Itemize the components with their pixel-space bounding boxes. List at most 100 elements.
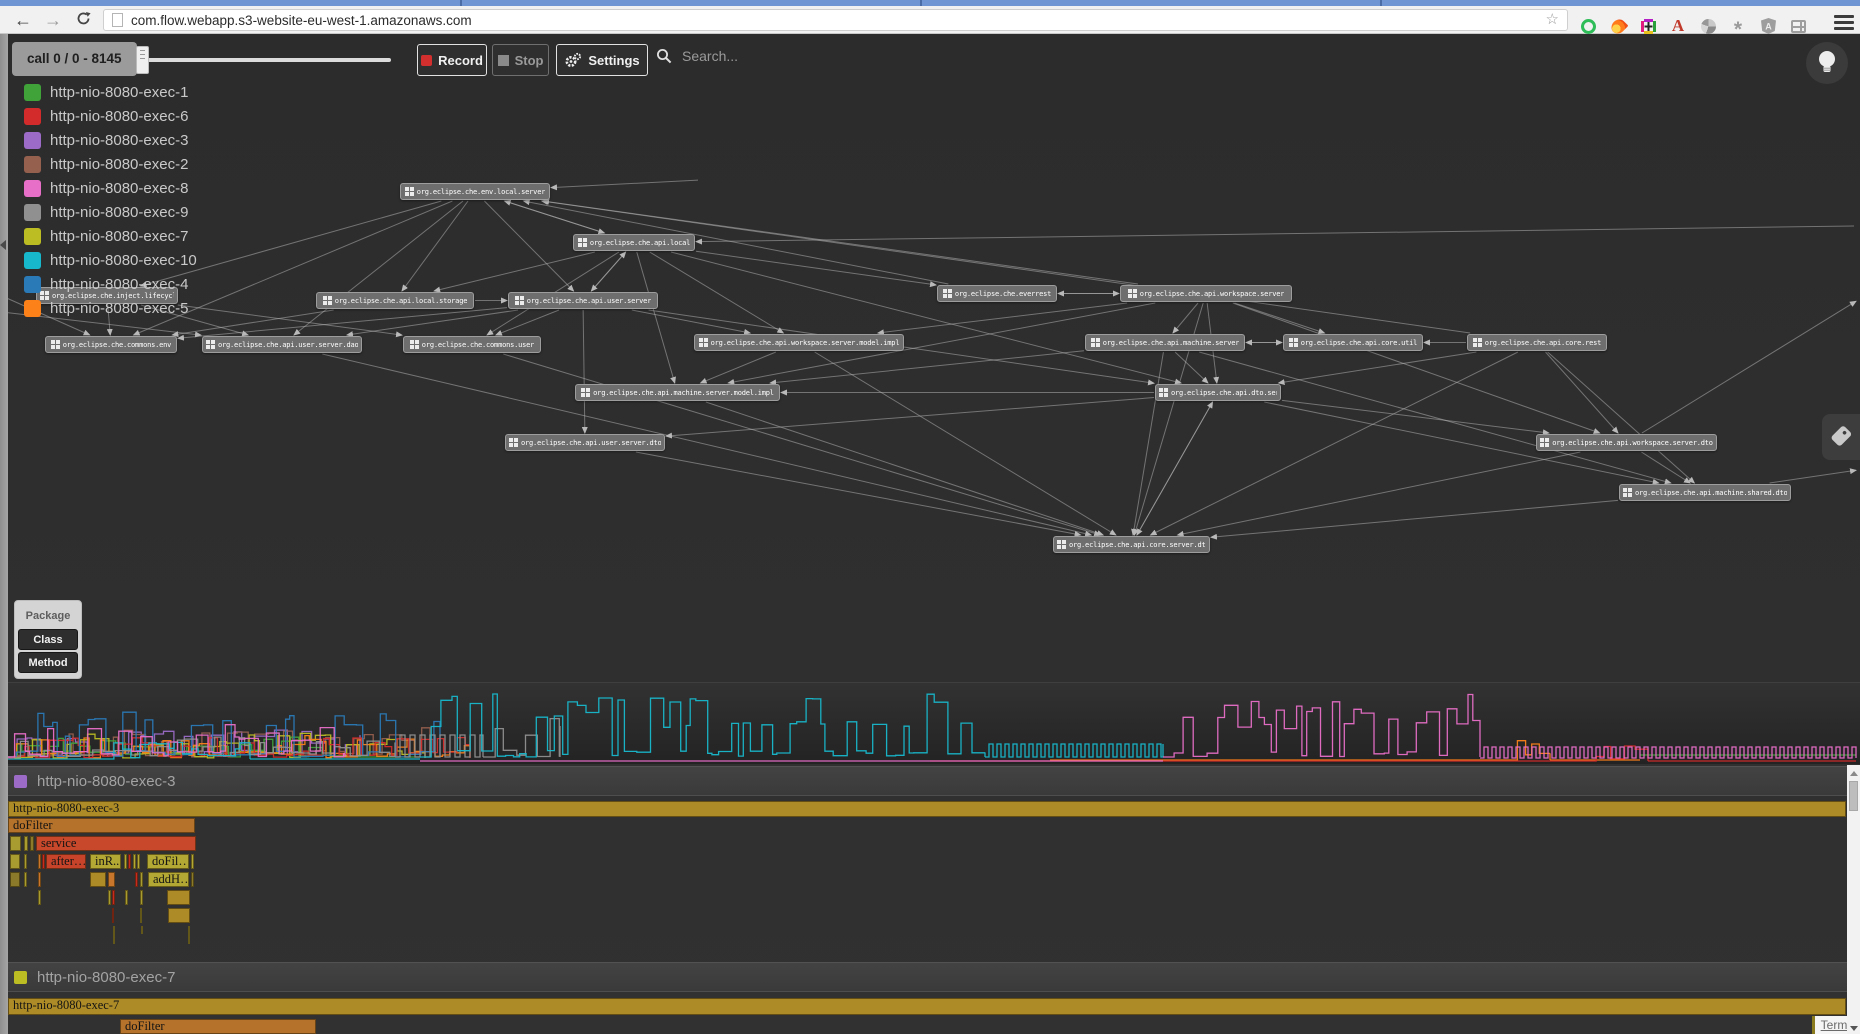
flame-bar[interactable]: [10, 836, 21, 851]
flame-bar[interactable]: [141, 926, 143, 934]
graph-node-dtoserver[interactable]: org.eclipse.che.api.dto.server: [1155, 384, 1281, 401]
flame-bar[interactable]: addH…: [148, 872, 189, 887]
browser-menu-button[interactable]: [1834, 15, 1854, 31]
extension-icon-5[interactable]: [1697, 15, 1719, 37]
flame-bar[interactable]: [125, 890, 128, 905]
thread-legend-item[interactable]: http-nio-8080-exec-6: [24, 104, 188, 128]
flame-bar[interactable]: [188, 926, 190, 944]
extension-icon-1[interactable]: [1577, 15, 1599, 37]
record-button[interactable]: Record: [417, 44, 487, 76]
graph-node-wsdto[interactable]: org.eclipse.che.api.workspace.server.dto: [1536, 434, 1717, 451]
back-button[interactable]: ←: [10, 7, 36, 33]
scrollbar-thumb[interactable]: [1849, 781, 1858, 811]
flame-bar[interactable]: [24, 854, 27, 869]
url-bar[interactable]: com.flow.webapp.s3-website-eu-west-1.ama…: [103, 9, 1568, 31]
left-panel-handle[interactable]: [0, 34, 8, 1034]
graph-node-machmodel[interactable]: org.eclipse.che.api.machine.server.model…: [575, 384, 780, 401]
flame-bar[interactable]: [38, 854, 41, 869]
flame-bar[interactable]: [10, 872, 20, 887]
flame-bar[interactable]: [168, 908, 190, 923]
flame-bar[interactable]: [135, 872, 138, 887]
vertical-scrollbar[interactable]: [1847, 765, 1860, 1034]
thread-legend-item[interactable]: http-nio-8080-exec-8: [24, 176, 188, 200]
graph-node-machshared[interactable]: org.eclipse.che.api.machine.shared.dto: [1619, 484, 1791, 501]
graph-node-workspace[interactable]: org.eclipse.che.api.workspace.server: [1120, 285, 1292, 302]
view-toggle-method[interactable]: Method: [18, 652, 78, 673]
flame-bar[interactable]: [112, 908, 114, 923]
extension-icon-2[interactable]: [1607, 15, 1629, 37]
flame-bar[interactable]: doFilter: [8, 818, 195, 833]
flame-bar[interactable]: [42, 854, 45, 869]
graph-node-userdto[interactable]: org.eclipse.che.api.user.server.dto: [505, 434, 665, 451]
flame-bar[interactable]: [38, 872, 41, 887]
graph-node-storage[interactable]: org.eclipse.che.api.local.storage: [316, 292, 474, 309]
graph-node-coredto[interactable]: org.eclipse.che.api.core.server.dto: [1053, 536, 1210, 553]
graph-node-coreutil[interactable]: org.eclipse.che.api.core.util: [1283, 334, 1423, 351]
graph-node-user[interactable]: org.eclipse.che.api.user.server: [508, 292, 658, 309]
flame-bar[interactable]: after…: [46, 854, 86, 869]
flame-bar[interactable]: http-nio-8080-exec-3: [8, 801, 1846, 817]
graph-node-everrest[interactable]: org.eclipse.che.everrest: [937, 285, 1057, 302]
tags-panel-button[interactable]: [1822, 414, 1860, 460]
flame-bar[interactable]: [108, 890, 111, 905]
bookmark-star-icon[interactable]: ☆: [1546, 10, 1559, 30]
flame-bar[interactable]: [124, 854, 127, 869]
graph-node-wsmodel[interactable]: org.eclipse.che.api.workspace.server.mod…: [694, 334, 904, 351]
forward-button[interactable]: →: [40, 7, 66, 33]
graph-node-commonsuser[interactable]: org.eclipse.che.commons.user: [403, 336, 541, 353]
flame-bar[interactable]: [140, 890, 143, 905]
scroll-up-icon[interactable]: [1850, 771, 1858, 776]
thread-legend-item[interactable]: http-nio-8080-exec-5: [24, 296, 188, 320]
flame-bar[interactable]: [30, 836, 34, 851]
thread-legend-item[interactable]: http-nio-8080-exec-4: [24, 272, 188, 296]
flame-bar[interactable]: [112, 890, 115, 905]
activity-timeline[interactable]: [8, 682, 1860, 764]
settings-button[interactable]: Settings: [556, 44, 648, 76]
extension-icon-4[interactable]: A: [1667, 15, 1689, 37]
graph-node-machine[interactable]: org.eclipse.che.api.machine.server: [1085, 334, 1245, 351]
flame-bar[interactable]: [24, 836, 28, 851]
timeline-slider-handle[interactable]: [136, 46, 149, 74]
flame-bar[interactable]: [90, 872, 106, 887]
graph-node-userdao[interactable]: org.eclipse.che.api.user.server.dao: [202, 336, 362, 353]
graph-node-commonsenv[interactable]: org.eclipse.che.commons.env: [45, 336, 177, 353]
flame-bar[interactable]: [140, 872, 143, 887]
flame-bar[interactable]: service: [36, 836, 196, 851]
thread-legend-item[interactable]: http-nio-8080-exec-2: [24, 152, 188, 176]
graph-node-corerest[interactable]: org.eclipse.che.api.core.rest: [1467, 334, 1607, 351]
flame-section-header[interactable]: http-nio-8080-exec-3: [0, 766, 1847, 796]
extension-icon-7[interactable]: A: [1757, 15, 1779, 37]
view-toggle-class[interactable]: Class: [18, 629, 78, 650]
flame-section-header[interactable]: http-nio-8080-exec-7: [0, 962, 1847, 992]
thread-legend-item[interactable]: http-nio-8080-exec-7: [24, 224, 188, 248]
thread-legend-item[interactable]: http-nio-8080-exec-3: [24, 128, 188, 152]
thread-legend-item[interactable]: http-nio-8080-exec-10: [24, 248, 197, 272]
reload-button[interactable]: [70, 7, 96, 33]
timeline-slider-track[interactable]: [140, 58, 391, 62]
flame-bar[interactable]: [24, 872, 27, 887]
extension-icon-8[interactable]: [1787, 15, 1809, 37]
extension-icon-3[interactable]: [1637, 15, 1659, 37]
flame-bar[interactable]: inR..: [90, 854, 121, 869]
flame-bar[interactable]: [108, 872, 115, 887]
stop-button[interactable]: Stop: [492, 44, 549, 76]
graph-node-local[interactable]: org.eclipse.che.api.local: [573, 234, 695, 251]
flame-bar[interactable]: [191, 854, 194, 869]
flame-bar[interactable]: [191, 872, 194, 887]
flame-bar[interactable]: [133, 854, 136, 869]
flame-bar[interactable]: [167, 890, 190, 905]
flame-bar[interactable]: [128, 854, 131, 869]
scroll-down-icon[interactable]: [1850, 1026, 1858, 1031]
flame-bar[interactable]: [113, 926, 115, 944]
thread-legend-item[interactable]: http-nio-8080-exec-9: [24, 200, 188, 224]
flame-bar[interactable]: doFilter: [120, 1019, 316, 1034]
flame-bar[interactable]: [10, 854, 20, 869]
search-input[interactable]: Search...: [656, 48, 738, 64]
thread-legend-item[interactable]: http-nio-8080-exec-1: [24, 80, 188, 104]
view-toggle-package[interactable]: Package: [18, 606, 78, 627]
extension-icon-6[interactable]: *: [1727, 15, 1749, 37]
flame-bar[interactable]: [140, 908, 142, 923]
flame-bar[interactable]: doFil…: [147, 854, 189, 869]
flame-bar[interactable]: http-nio-8080-exec-7: [8, 998, 1846, 1015]
flame-bar[interactable]: [38, 890, 41, 905]
